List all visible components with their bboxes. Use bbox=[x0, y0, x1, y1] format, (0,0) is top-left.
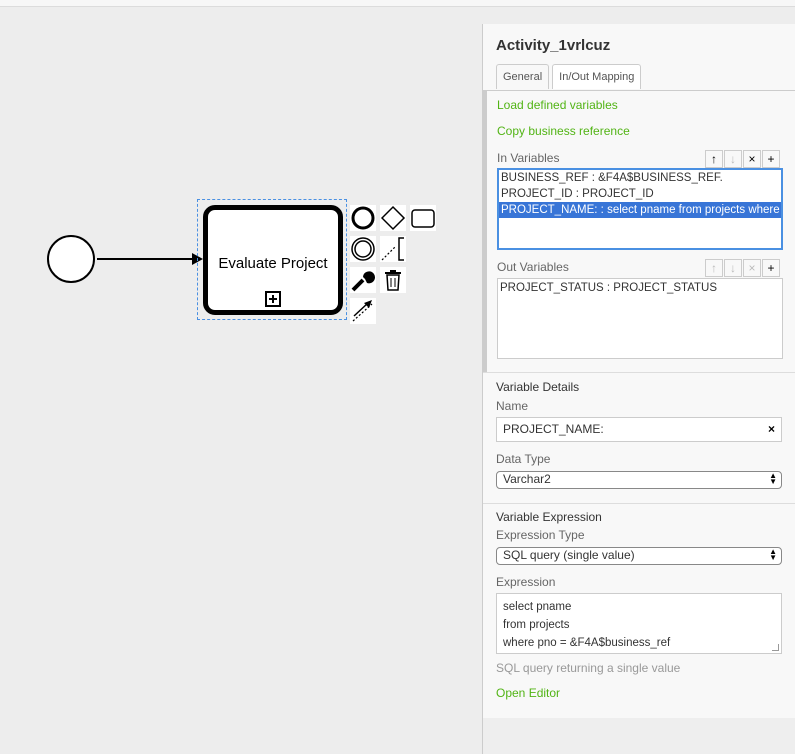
out-variables-list[interactable]: PROJECT_STATUS : PROJECT_STATUS bbox=[497, 278, 783, 359]
variable-expression-heading: Variable Expression bbox=[496, 510, 602, 524]
variable-name-value: PROJECT_NAME: bbox=[503, 422, 604, 436]
start-event[interactable] bbox=[47, 235, 95, 283]
subprocess-task[interactable]: Evaluate Project bbox=[203, 205, 343, 315]
expression-textarea[interactable]: select pname from projects where pno = &… bbox=[496, 593, 782, 654]
append-gateway-icon[interactable] bbox=[380, 205, 406, 231]
properties-panel: Activity_1vrlcuz General In/Out Mapping … bbox=[482, 24, 795, 754]
append-task-icon[interactable] bbox=[410, 205, 436, 231]
append-end-event-icon[interactable] bbox=[350, 205, 376, 231]
load-defined-variables-link[interactable]: Load defined variables bbox=[497, 98, 618, 112]
variable-name-input[interactable]: PROJECT_NAME: × bbox=[496, 417, 782, 442]
list-item[interactable]: PROJECT_ID : PROJECT_ID bbox=[499, 186, 781, 202]
section-divider bbox=[483, 503, 795, 504]
data-type-select[interactable]: Varchar2 ▲ ▼ bbox=[496, 471, 782, 489]
in-variables-label: In Variables bbox=[497, 151, 560, 165]
list-item-selected[interactable]: PROJECT_NAME: : select pname from projec… bbox=[499, 202, 781, 218]
variable-details-heading: Variable Details bbox=[496, 380, 580, 394]
tab-general[interactable]: General bbox=[496, 64, 550, 89]
panel-footer bbox=[483, 718, 795, 754]
task-label: Evaluate Project bbox=[218, 255, 328, 272]
data-type-value: Varchar2 bbox=[503, 472, 551, 486]
collapsed-subprocess-marker-icon bbox=[265, 291, 281, 307]
out-variables-controls: ↑ ↓ × + bbox=[704, 259, 780, 277]
copy-business-reference-link[interactable]: Copy business reference bbox=[497, 124, 630, 138]
expression-line: where pno = &F4A$business_ref bbox=[503, 637, 671, 649]
top-toolbar bbox=[0, 0, 795, 7]
out-move-down-button[interactable]: ↓ bbox=[724, 259, 742, 277]
expression-type-value: SQL query (single value) bbox=[503, 548, 635, 562]
bpmn-canvas[interactable]: Evaluate Project bbox=[0, 7, 482, 754]
append-intermediate-event-icon[interactable] bbox=[350, 236, 376, 262]
clear-icon[interactable]: × bbox=[768, 418, 775, 440]
delete-icon[interactable] bbox=[380, 267, 406, 293]
name-label: Name bbox=[496, 399, 529, 413]
list-item[interactable]: PROJECT_STATUS : PROJECT_STATUS bbox=[498, 280, 782, 296]
in-remove-button[interactable]: × bbox=[743, 150, 761, 168]
expression-type-select[interactable]: SQL query (single value) ▲ ▼ bbox=[496, 547, 782, 565]
wrench-icon[interactable] bbox=[350, 267, 376, 293]
out-remove-button[interactable]: × bbox=[743, 259, 761, 277]
connect-icon[interactable] bbox=[350, 298, 376, 324]
section-divider bbox=[483, 372, 795, 373]
tab-bar: General In/Out Mapping bbox=[496, 64, 644, 89]
in-variables-list[interactable]: BUSINESS_REF : &F4A$BUSINESS_REF. PROJEC… bbox=[497, 168, 783, 250]
element-id-title: Activity_1vrlcuz bbox=[496, 37, 611, 54]
open-editor-link[interactable]: Open Editor bbox=[496, 686, 560, 700]
expression-line: select pname bbox=[503, 601, 572, 613]
out-add-button[interactable]: + bbox=[762, 259, 780, 277]
out-variables-label: Out Variables bbox=[497, 260, 569, 274]
expression-type-label: Expression Type bbox=[496, 528, 585, 542]
data-type-label: Data Type bbox=[496, 452, 551, 466]
context-pad bbox=[348, 203, 440, 328]
expression-label: Expression bbox=[496, 575, 556, 589]
expression-hint: SQL query returning a single value bbox=[496, 661, 681, 675]
mapping-group: Load defined variables Copy business ref… bbox=[483, 90, 795, 372]
select-arrows-icon: ▲ ▼ bbox=[769, 471, 777, 486]
in-variables-controls: ↑ ↓ × + bbox=[704, 150, 780, 168]
select-arrows-icon: ▲ ▼ bbox=[769, 547, 777, 562]
resize-handle-icon[interactable] bbox=[772, 644, 779, 651]
expression-line: from projects bbox=[503, 619, 570, 631]
in-move-down-button[interactable]: ↓ bbox=[724, 150, 742, 168]
out-move-up-button[interactable]: ↑ bbox=[705, 259, 723, 277]
in-move-up-button[interactable]: ↑ bbox=[705, 150, 723, 168]
sequence-flow[interactable] bbox=[97, 258, 193, 260]
tab-in-out-mapping[interactable]: In/Out Mapping bbox=[552, 64, 642, 89]
in-add-button[interactable]: + bbox=[762, 150, 780, 168]
list-item[interactable]: BUSINESS_REF : &F4A$BUSINESS_REF. bbox=[499, 170, 781, 186]
text-annotation-icon[interactable] bbox=[380, 236, 406, 262]
